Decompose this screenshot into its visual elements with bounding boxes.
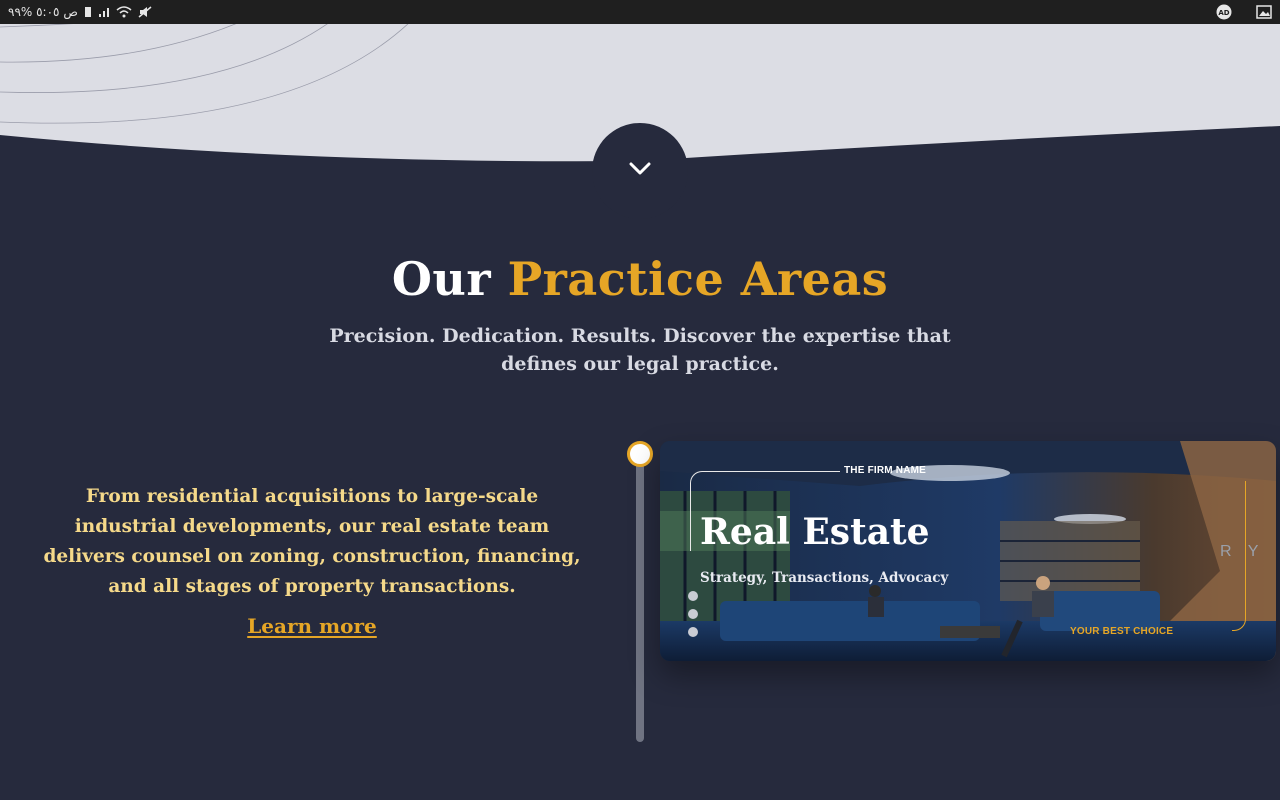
wifi-icon [116, 6, 132, 18]
chevron-down-icon [629, 161, 651, 180]
section-subtitle: Precision. Dedication. Results. Discover… [329, 325, 951, 375]
carousel-track[interactable] [636, 458, 644, 742]
wall-letters: R Y [1220, 543, 1265, 560]
practice-description: From residential acquisitions to large-s… [43, 486, 581, 597]
status-bar-right: AD [1216, 4, 1272, 20]
card-title: Real Estate [700, 511, 930, 553]
firm-name: THE FIRM NAME [844, 465, 927, 476]
signal-icon [98, 6, 110, 18]
battery-icon [84, 6, 92, 18]
learn-more-container: Learn more [0, 614, 624, 638]
card-frame-top [702, 471, 840, 472]
svg-text:AD: AD [1218, 9, 1229, 17]
gallery-icon [1256, 5, 1272, 19]
section-title: Our Practice Areas [0, 252, 1280, 306]
pagination-dot[interactable] [688, 609, 698, 619]
section-title-part1: Our [391, 252, 508, 306]
card-tagline: YOUR BEST CHOICE [1070, 626, 1174, 637]
mute-icon [138, 6, 152, 18]
card-frame-left [690, 483, 691, 551]
scroll-down-button[interactable] [592, 123, 688, 219]
card-subtitle: Strategy, Transactions, Advocacy [700, 570, 949, 586]
carousel-knob[interactable] [627, 441, 653, 467]
status-text: ص ٥:٠٥ %٩٩ [8, 5, 78, 19]
learn-more-link[interactable]: Learn more [247, 614, 377, 638]
pagination-dot[interactable] [688, 591, 698, 601]
status-bar-left: ص ٥:٠٥ %٩٩ [8, 5, 152, 19]
card-pagination [688, 591, 698, 637]
status-bar: ص ٥:٠٥ %٩٩ AD [0, 0, 1280, 24]
practice-card[interactable]: THE FIRM NAME Real Estate Strategy, Tran… [660, 441, 1276, 661]
pagination-dot[interactable] [688, 627, 698, 637]
section-title-accent: Practice Areas [507, 252, 889, 306]
ad-icon: AD [1216, 4, 1232, 20]
